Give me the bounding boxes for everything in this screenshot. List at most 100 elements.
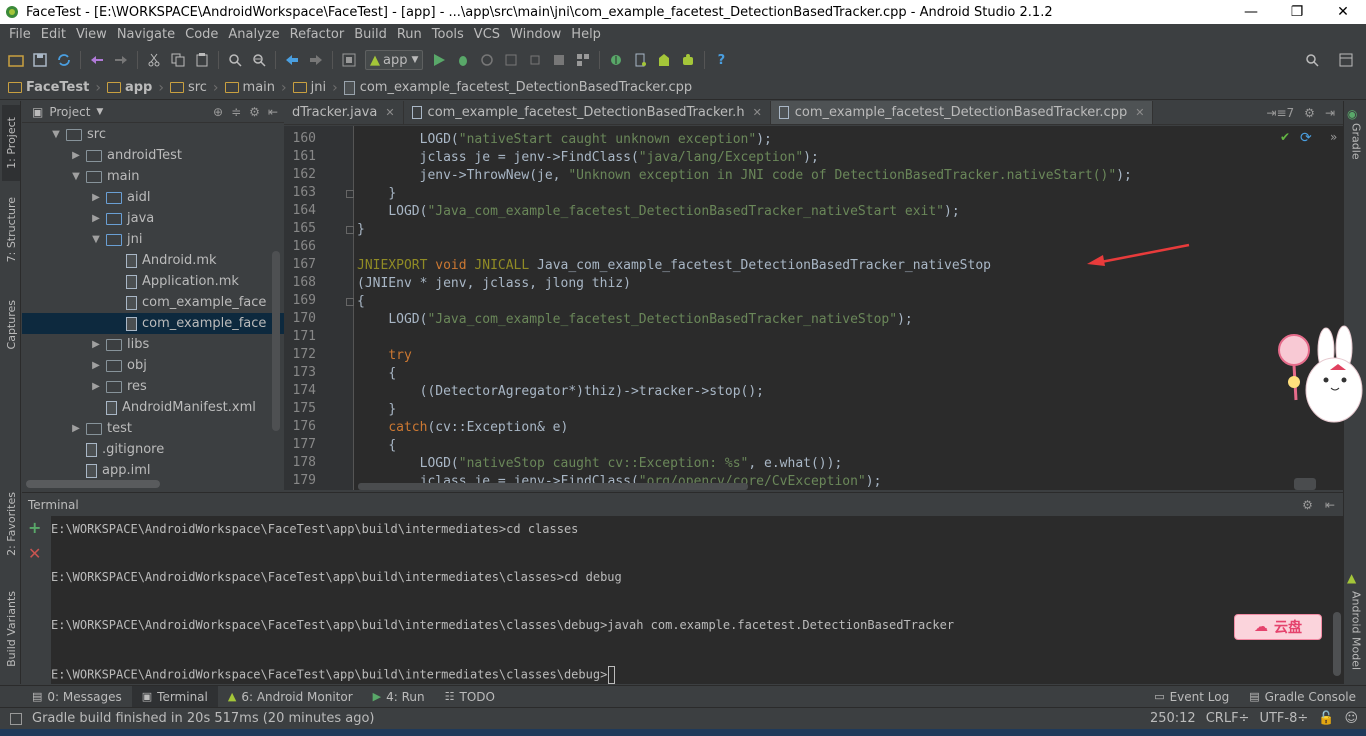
- close-tab-icon[interactable]: ✕: [1135, 106, 1144, 119]
- breadcrumb-jni[interactable]: jni: [292, 80, 326, 95]
- tab-list-icon[interactable]: ⇥≡7: [1266, 106, 1294, 120]
- sync-icon[interactable]: [54, 50, 74, 70]
- sdk-manager-icon[interactable]: [654, 50, 674, 70]
- build-icon[interactable]: [339, 50, 359, 70]
- android-model-tool-tab[interactable]: Android Model: [1347, 591, 1365, 681]
- menu-run[interactable]: Run: [392, 27, 427, 42]
- collapse-icon[interactable]: ≑: [231, 105, 241, 119]
- menu-file[interactable]: File: [4, 27, 36, 42]
- captures-tool-tab[interactable]: Captures: [2, 289, 20, 361]
- line-separator[interactable]: CRLF÷: [1206, 711, 1250, 726]
- cut-icon[interactable]: [144, 50, 164, 70]
- close-tab-icon[interactable]: ✕: [385, 106, 394, 119]
- gear-icon[interactable]: ⚙: [249, 105, 260, 119]
- debug-icon[interactable]: [453, 50, 473, 70]
- lock-icon[interactable]: 🔓: [1318, 711, 1334, 726]
- menu-help[interactable]: Help: [566, 27, 606, 42]
- menu-edit[interactable]: Edit: [36, 27, 71, 42]
- favorites-tool-tab[interactable]: 2: Favorites: [2, 481, 20, 567]
- search-everywhere-icon[interactable]: [1302, 50, 1322, 70]
- project-tree-item[interactable]: AndroidManifest.xml: [22, 397, 284, 418]
- replace-icon[interactable]: [249, 50, 269, 70]
- find-icon[interactable]: [225, 50, 245, 70]
- project-horizontal-scrollbar[interactable]: [26, 480, 160, 488]
- layout-icon[interactable]: [1336, 50, 1356, 70]
- event-log-tool-tab[interactable]: ▭ Event Log: [1144, 686, 1239, 708]
- copy-icon[interactable]: [168, 50, 188, 70]
- android-monitor-tool-tab[interactable]: ▲ 6: Android Monitor: [218, 686, 363, 708]
- project-tool-tab[interactable]: 1: Project: [2, 105, 20, 181]
- stop-icon[interactable]: [549, 50, 569, 70]
- editor-tab-header[interactable]: com_example_facetest_DetectionBasedTrack…: [404, 101, 771, 124]
- gradle-tool-tab[interactable]: Gradle: [1347, 123, 1365, 183]
- refresh-icon[interactable]: ⟳: [1300, 130, 1312, 146]
- run-tool-tab[interactable]: ▶ 4: Run: [363, 686, 435, 708]
- breadcrumb-main[interactable]: main: [224, 80, 275, 95]
- new-session-icon[interactable]: +: [28, 518, 41, 537]
- todo-tool-tab[interactable]: ☷ TODO: [435, 686, 505, 708]
- run-icon[interactable]: [429, 50, 449, 70]
- chevron-down-icon[interactable]: ▼: [96, 107, 103, 117]
- chevron-down-icon[interactable]: ▼: [50, 129, 62, 140]
- editor-scroll-thumb[interactable]: [1294, 478, 1316, 490]
- project-tree-item[interactable]: ▼ main: [22, 166, 284, 187]
- project-tree-item[interactable]: ▶ java: [22, 208, 284, 229]
- terminal-vertical-scrollbar[interactable]: [1330, 516, 1343, 684]
- status-message[interactable]: Gradle build finished in 20s 517ms (20 m…: [32, 711, 374, 726]
- chevron-right-icon[interactable]: ▶: [90, 192, 102, 203]
- breadcrumb-src[interactable]: src: [169, 80, 207, 95]
- save-icon[interactable]: [30, 50, 50, 70]
- file-encoding[interactable]: UTF-8÷: [1259, 711, 1308, 726]
- close-session-icon[interactable]: ✕: [28, 544, 41, 563]
- run-with-coverage-icon[interactable]: [501, 50, 521, 70]
- menu-window[interactable]: Window: [505, 27, 566, 42]
- fold-marker-icon[interactable]: [346, 298, 354, 306]
- menu-navigate[interactable]: Navigate: [112, 27, 180, 42]
- run-configuration-select[interactable]: ▲ app ▼: [365, 50, 424, 70]
- close-tab-icon[interactable]: ✕: [753, 106, 762, 119]
- project-tree-item[interactable]: ▶ res: [22, 376, 284, 397]
- project-tree-item[interactable]: ▼ src: [22, 124, 284, 145]
- project-tree-item[interactable]: Android.mk: [22, 250, 284, 271]
- project-tree-item[interactable]: ▶ aidl: [22, 187, 284, 208]
- minimize-button[interactable]: —: [1228, 0, 1274, 24]
- breadcrumb-module[interactable]: app: [106, 80, 152, 95]
- menu-tools[interactable]: Tools: [427, 27, 469, 42]
- open-folder-icon[interactable]: [6, 50, 26, 70]
- terminal-output[interactable]: E:\WORKSPACE\AndroidWorkspace\FaceTest\a…: [51, 516, 1330, 684]
- help-icon[interactable]: ?: [711, 50, 731, 70]
- avd-manager-icon[interactable]: [630, 50, 650, 70]
- editor-tab-cpp[interactable]: com_example_facetest_DetectionBasedTrack…: [770, 101, 1154, 124]
- gear-icon[interactable]: ⚙: [1302, 498, 1313, 512]
- close-button[interactable]: ✕: [1320, 0, 1366, 24]
- android-device-monitor-icon[interactable]: [678, 50, 698, 70]
- project-vertical-scrollbar[interactable]: [272, 251, 280, 431]
- undo-icon[interactable]: [87, 50, 107, 70]
- chevron-right-icon[interactable]: ▶: [70, 150, 82, 161]
- chevron-right-icon[interactable]: ▶: [90, 381, 102, 392]
- paste-icon[interactable]: [192, 50, 212, 70]
- maximize-button[interactable]: ❐: [1274, 0, 1320, 24]
- tool-window-toggle-icon[interactable]: [10, 712, 22, 725]
- hide-panel-icon[interactable]: ⇤: [1325, 498, 1335, 512]
- redo-icon[interactable]: [111, 50, 131, 70]
- project-panel-title[interactable]: Project: [49, 105, 90, 119]
- locate-icon[interactable]: ⊕: [213, 105, 223, 119]
- inspection-icon[interactable]: ☺: [1344, 711, 1358, 726]
- code-editor[interactable]: 160 161 162 163 164 165 166 167 168 169 170 171 172 1…: [284, 126, 1343, 490]
- forward-icon[interactable]: [306, 50, 326, 70]
- menu-code[interactable]: Code: [180, 27, 223, 42]
- project-tree-item[interactable]: com_example_face: [22, 292, 284, 313]
- project-tree-item[interactable]: ▶ libs: [22, 334, 284, 355]
- gear-icon[interactable]: ⚙: [1304, 106, 1315, 120]
- menu-refactor[interactable]: Refactor: [285, 27, 350, 42]
- project-tree-item[interactable]: com_example_face: [22, 313, 284, 334]
- hide-panel-icon[interactable]: ⇤: [268, 105, 278, 119]
- menu-build[interactable]: Build: [349, 27, 392, 42]
- chevron-down-icon[interactable]: ▼: [70, 171, 82, 182]
- fold-marker-icon[interactable]: [346, 226, 354, 234]
- cloud-drive-badge[interactable]: ☁ 云盘: [1234, 614, 1322, 640]
- structure-tool-tab[interactable]: 7: Structure: [2, 191, 20, 269]
- project-tree-item[interactable]: ▼ jni: [22, 229, 284, 250]
- breadcrumb-project[interactable]: FaceTest: [8, 80, 89, 95]
